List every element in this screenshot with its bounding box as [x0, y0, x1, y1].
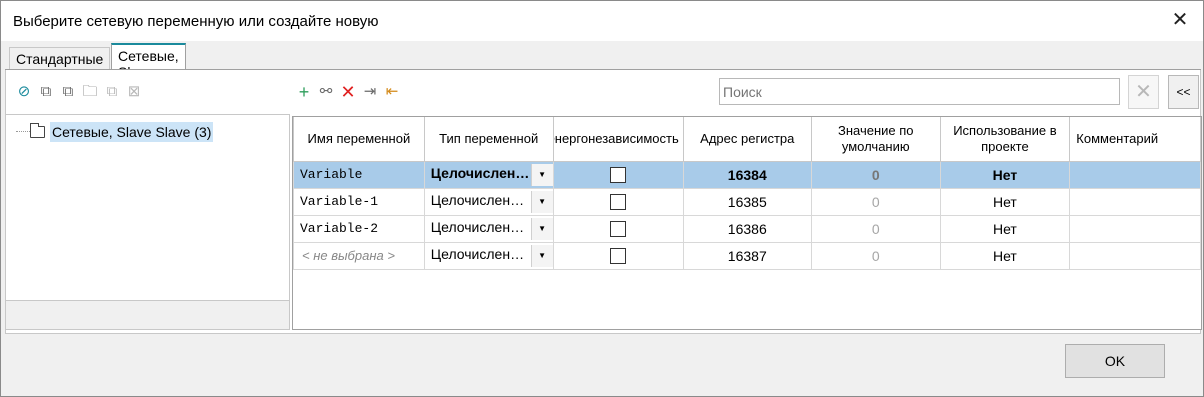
- project-usage: Нет: [939, 187, 1071, 216]
- tree-footer: [5, 301, 290, 330]
- add-folder-icon[interactable]: 🗀: [81, 83, 99, 101]
- column-header-default[interactable]: Значение по умолчанию: [810, 117, 941, 162]
- variables-table: Имя переменной Тип переменной Энергонеза…: [293, 117, 1201, 270]
- dialog-window: Выберите сетевую переменную или создайте…: [0, 0, 1204, 397]
- retain-checkbox[interactable]: [610, 220, 627, 237]
- add-icon[interactable]: +: [295, 83, 313, 101]
- comment-cell[interactable]: [1069, 214, 1201, 243]
- chevron-down-icon[interactable]: ▼: [530, 217, 553, 240]
- default-value[interactable]: 0: [810, 214, 941, 243]
- column-header-type[interactable]: Тип переменной: [423, 117, 554, 162]
- project-usage: Нет: [939, 214, 1071, 243]
- ok-button[interactable]: OK: [1065, 344, 1165, 378]
- variable-name[interactable]: Variable: [293, 160, 425, 189]
- chevron-down-icon[interactable]: ▼: [530, 244, 553, 267]
- column-header-retain[interactable]: Энергонезависимость: [552, 117, 684, 162]
- duplicate-icon[interactable]: ⧉: [59, 83, 77, 101]
- chevron-down-icon[interactable]: ▼: [530, 190, 553, 213]
- retain-checkbox[interactable]: [610, 166, 627, 183]
- default-value[interactable]: 0: [810, 160, 941, 189]
- variable-type-value: Целочисленный: [430, 219, 531, 235]
- variable-type-select[interactable]: Целочисленный▼: [423, 241, 554, 270]
- variable-type-value: Целочисленный: [430, 165, 531, 181]
- copy-icon[interactable]: ⧉: [37, 83, 55, 101]
- search-clear-button[interactable]: ✕: [1128, 75, 1159, 109]
- collapse-panel-button[interactable]: <<: [1168, 75, 1199, 109]
- folder-icon: [30, 123, 45, 138]
- window-title: Выберите сетевую переменную или создайте…: [13, 13, 379, 30]
- hide-icon[interactable]: ⊘: [15, 83, 33, 101]
- variable-name[interactable]: < не выбрана >: [293, 241, 425, 270]
- import-icon[interactable]: ⇤: [383, 83, 401, 101]
- comment-cell[interactable]: [1069, 160, 1201, 189]
- register-address[interactable]: 16386: [682, 214, 812, 243]
- retain-cell: [552, 214, 684, 243]
- variable-type-value: Целочисленный: [430, 246, 531, 262]
- tree-item-label: Сетевые, Slave Slave (3): [50, 122, 214, 142]
- grid-header-row: Имя переменной Тип переменной Энергонеза…: [293, 117, 1201, 162]
- variable-type-select[interactable]: Целочисленный▼: [423, 214, 554, 243]
- table-row[interactable]: < не выбрана > Целочисленный ▼ 16387 0 Не…: [293, 241, 1201, 270]
- copy-folder-icon[interactable]: ⧉: [103, 83, 121, 101]
- variable-type-select[interactable]: Целочисленный▼: [423, 187, 554, 216]
- project-usage: Нет: [939, 241, 1071, 270]
- register-address[interactable]: 16385: [682, 187, 812, 216]
- project-usage: Нет: [939, 160, 1071, 189]
- table-row[interactable]: Variable Целочисленный▼ 16384 0 Нет: [293, 160, 1201, 189]
- export-icon[interactable]: ⇥: [361, 83, 379, 101]
- default-value[interactable]: 0: [810, 187, 941, 216]
- close-icon[interactable]: ✕: [1169, 9, 1191, 31]
- chevron-down-icon[interactable]: ▼: [530, 163, 553, 186]
- variable-tree: Сетевые, Slave Slave (3): [5, 114, 290, 301]
- title-bar: Выберите сетевую переменную или создайте…: [1, 1, 1203, 41]
- column-header-comment[interactable]: Комментарий: [1069, 117, 1201, 162]
- column-header-address[interactable]: Адрес регистра: [682, 117, 812, 162]
- add-linked-icon[interactable]: ⚯: [317, 83, 335, 101]
- register-address[interactable]: 16387: [682, 241, 812, 270]
- comment-cell[interactable]: [1069, 187, 1201, 216]
- tab-standard[interactable]: Стандартные: [9, 47, 111, 70]
- register-address[interactable]: 16384: [682, 160, 812, 189]
- retain-cell: [552, 187, 684, 216]
- tree-item-network-slave[interactable]: Сетевые, Slave Slave (3): [30, 121, 214, 143]
- column-header-name[interactable]: Имя переменной: [293, 117, 425, 162]
- retain-cell: [552, 241, 684, 270]
- variable-name[interactable]: Variable-2: [293, 214, 425, 243]
- column-header-usage[interactable]: Использование в проекте: [939, 117, 1071, 162]
- variable-type-select[interactable]: Целочисленный▼: [423, 160, 554, 189]
- retain-cell: [552, 160, 684, 189]
- tab-network-slave[interactable]: Сетевые, Slave: [111, 43, 186, 80]
- column-header-retain-label: Энергонезависимость: [553, 130, 679, 146]
- table-row[interactable]: Variable-1 Целочисленный ▼ 16385 0 Нет: [293, 187, 1201, 216]
- comment-cell[interactable]: [1069, 241, 1201, 270]
- retain-checkbox[interactable]: [610, 247, 627, 264]
- retain-checkbox[interactable]: [610, 193, 627, 210]
- table-row[interactable]: Variable-2 Целочисленный ▼ 16386 0 Нет: [293, 214, 1201, 243]
- variables-grid: Имя переменной Тип переменной Энергонеза…: [292, 116, 1202, 330]
- delete-icon[interactable]: ✕: [339, 83, 357, 101]
- variable-name[interactable]: Variable-1: [293, 187, 425, 216]
- search-input[interactable]: [719, 78, 1120, 105]
- default-value[interactable]: 0: [810, 241, 941, 270]
- variable-type-value: Целочисленный: [430, 192, 531, 208]
- delete-folder-icon[interactable]: ⊠: [125, 83, 143, 101]
